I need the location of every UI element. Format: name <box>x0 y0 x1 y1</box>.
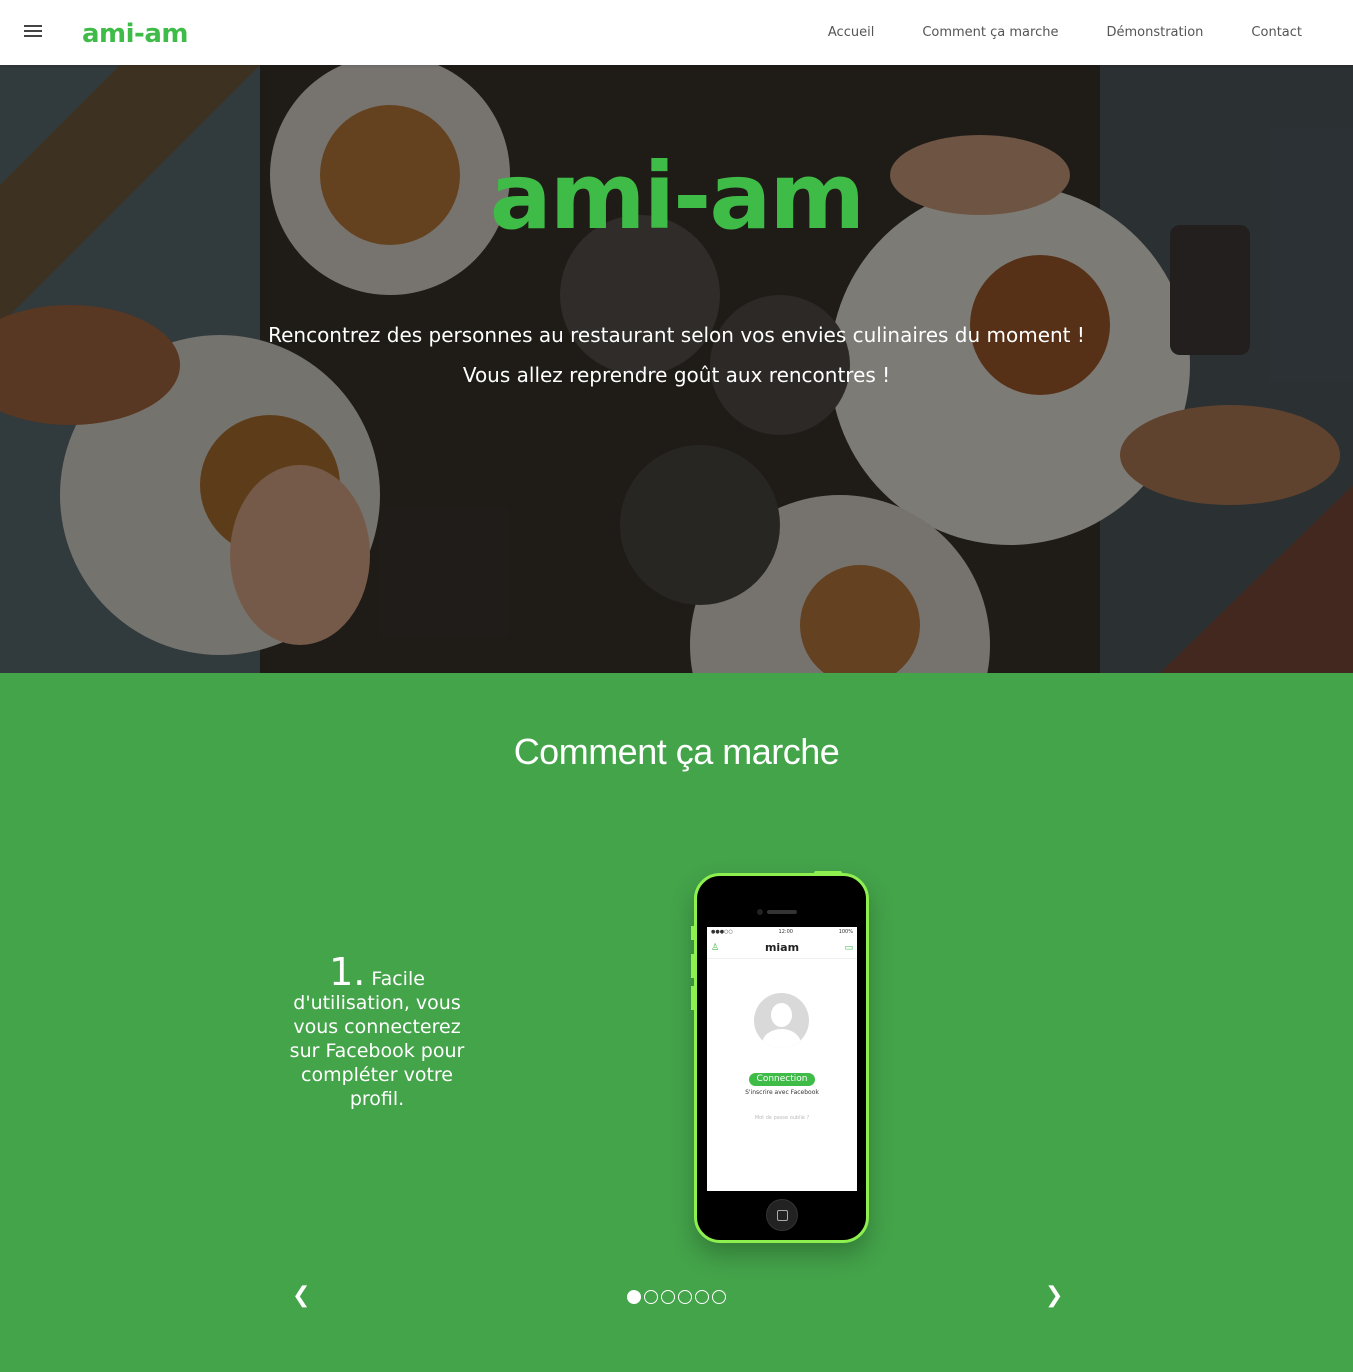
phone-mockup: ●●●○○ 12:00 100% ♙ miam ▭ Connection S'i… <box>691 871 869 1243</box>
phone-power-button <box>814 871 842 875</box>
avatar-placeholder-icon <box>754 993 809 1048</box>
phone-mute-switch <box>691 926 694 940</box>
nav-contact[interactable]: Contact <box>1251 25 1302 40</box>
facebook-signup-text: S'inscrire avec Facebook <box>745 1089 819 1096</box>
forgot-password-link: Mot de passe oublié ? <box>754 1115 810 1121</box>
how-it-works-section: Comment ça marche 1. Facile d'utilisatio… <box>0 673 1353 1372</box>
app-title: miam <box>764 941 800 954</box>
carousel-dot[interactable] <box>712 1290 726 1304</box>
carousel-next-button[interactable]: ❯ <box>1045 1283 1063 1308</box>
hero-logo: ami-am <box>489 143 866 250</box>
step-number: 1. <box>329 950 366 994</box>
nav-comment-ca-marche[interactable]: Comment ça marche <box>922 25 1058 40</box>
phone-volume-up <box>691 954 694 978</box>
app-bar: ♙ miam ▭ <box>707 937 857 959</box>
phone-volume-down <box>691 986 694 1010</box>
header: ami-am Accueil Comment ça marche Démonst… <box>0 0 1353 65</box>
hero-tagline: Rencontrez des personnes au restaurant s… <box>268 323 1085 347</box>
hamburger-menu-icon[interactable] <box>24 22 48 44</box>
nav-demonstration[interactable]: Démonstration <box>1106 25 1203 40</box>
carousel-dot[interactable] <box>661 1290 675 1304</box>
hero-subtagline: Vous allez reprendre goût aux rencontres… <box>462 363 891 387</box>
carousel-indicators <box>627 1290 729 1304</box>
carousel-prev-button[interactable]: ❮ <box>292 1283 310 1308</box>
step-description: 1. Facile d'utilisation, vous vous conne… <box>276 953 478 1111</box>
carousel-dot[interactable] <box>695 1290 709 1304</box>
phone-camera <box>757 909 763 915</box>
section-title: Comment ça marche <box>513 731 840 772</box>
chat-icon: ▭ <box>844 943 853 953</box>
phone-home-button <box>766 1199 798 1231</box>
carousel-dot[interactable] <box>644 1290 658 1304</box>
phone-speaker <box>767 910 797 914</box>
carousel-dot[interactable] <box>678 1290 692 1304</box>
header-logo[interactable]: ami-am <box>82 18 188 50</box>
user-icon: ♙ <box>711 943 720 953</box>
step-text: Facile d'utilisation, vous vous connecte… <box>289 968 465 1110</box>
phone-time: 12:00 <box>778 929 793 935</box>
phone-screen: ●●●○○ 12:00 100% ♙ miam ▭ Connection S'i… <box>707 927 857 1191</box>
signal-icon: ●●●○○ <box>711 929 733 935</box>
main-nav: Accueil Comment ça marche Démonstration … <box>780 0 1302 65</box>
carousel-dot[interactable] <box>627 1290 641 1304</box>
connection-button: Connection <box>749 1073 815 1086</box>
hero-section: ami-am Rencontrez des personnes au resta… <box>0 65 1353 673</box>
phone-battery: 100% <box>838 929 853 935</box>
phone-status-bar: ●●●○○ 12:00 100% <box>707 927 857 937</box>
nav-accueil[interactable]: Accueil <box>828 25 874 40</box>
